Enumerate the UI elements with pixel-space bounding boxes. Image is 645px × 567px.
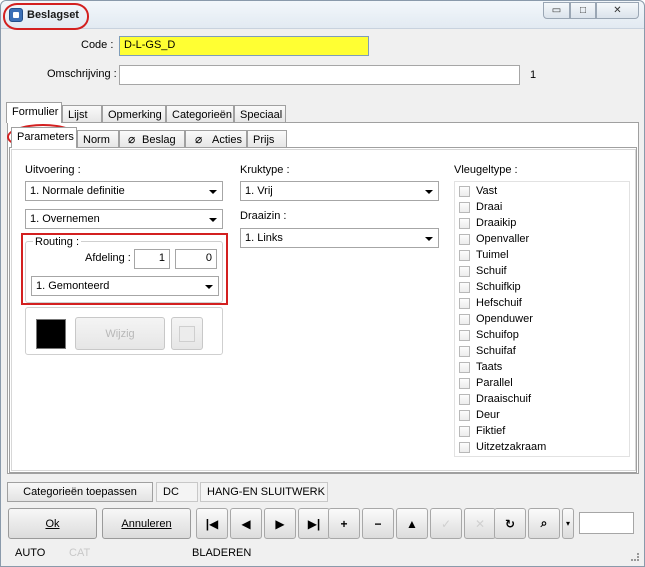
checkbox[interactable] [459, 377, 470, 389]
binoculars-icon[interactable]: ⌕ [528, 508, 560, 539]
draaizin-label: Draaizin : [240, 210, 287, 222]
checkbox[interactable] [459, 217, 470, 229]
tab-parameters[interactable]: Parameters [11, 127, 77, 148]
checkbox[interactable] [459, 361, 470, 373]
maximize-button[interactable]: □ [570, 2, 596, 19]
dc-field: DC [156, 482, 198, 502]
vleugeltype-item[interactable]: Schuif [459, 263, 507, 279]
record-field[interactable] [579, 512, 634, 534]
checkbox[interactable] [459, 233, 470, 245]
kruktype-select[interactable]: 1. Vrij [240, 181, 439, 201]
vleugeltype-item[interactable]: Schuifaf [459, 343, 516, 359]
vleugeltype-list: Vast Draai Draaikip Openvaller Tuimel Sc… [454, 181, 630, 457]
refresh-icon[interactable]: ↻ [494, 508, 526, 539]
uitvoering-select[interactable]: 1. Normale definitie [25, 181, 223, 201]
vleugeltype-item[interactable]: Openduwer [459, 311, 533, 327]
status-mode: AUTO [15, 547, 46, 559]
code-field[interactable]: D-L-GS_D [119, 36, 369, 56]
checkbox[interactable] [459, 265, 470, 277]
kruktype-label: Kruktype : [240, 164, 290, 176]
vleugeltype-item[interactable]: Taats [459, 359, 502, 375]
categorieen-toepassen-button[interactable]: Categorieën toepassen [7, 482, 153, 502]
vleugeltype-item[interactable]: Schuifkip [459, 279, 521, 295]
omschrijving-counter: 1 [530, 69, 537, 81]
vleugeltype-item[interactable]: Hefschuif [459, 295, 522, 311]
kruktype-value: 1. Vrij [245, 185, 273, 197]
prev-icon[interactable]: ◀ [230, 508, 262, 539]
vleugeltype-item[interactable]: Tuimel [459, 247, 509, 263]
ok-button[interactable]: Ok [8, 508, 97, 539]
routing-highlight-frame [21, 233, 228, 305]
checkbox[interactable] [459, 185, 470, 197]
annuleren-button[interactable]: Annuleren [102, 508, 191, 539]
checkbox[interactable] [459, 313, 470, 325]
vleugeltype-item[interactable]: Fiktief [459, 423, 505, 439]
checkbox[interactable] [459, 297, 470, 309]
overnemen-value: 1. Overnemen [30, 213, 100, 225]
checkbox[interactable] [459, 393, 470, 405]
status-cat: CAT [69, 547, 91, 559]
close-button[interactable]: ✕ [596, 2, 639, 19]
checkbox[interactable] [459, 201, 470, 213]
hang-field: HANG-EN SLUITWERK [200, 482, 328, 502]
uitvoering-label: Uitvoering : [25, 164, 81, 176]
overnemen-select[interactable]: 1. Overnemen [25, 209, 223, 229]
last-icon[interactable]: ▶| [298, 508, 330, 539]
vleugeltype-item[interactable]: Parallel [459, 375, 513, 391]
minus-icon[interactable]: − [362, 508, 394, 539]
checkbox[interactable] [459, 441, 470, 453]
chevron-down-icon [209, 218, 217, 222]
vleugeltype-item[interactable]: Schuifop [459, 327, 519, 343]
color-swatch[interactable] [36, 319, 66, 349]
title-bar: Beslagset ▭ □ ✕ [1, 1, 644, 30]
beslagset-window: Beslagset ▭ □ ✕ Code : D-L-GS_D Omschrij… [0, 0, 645, 567]
status-state: BLADEREN [192, 547, 252, 559]
checkbox[interactable] [459, 249, 470, 261]
vleugeltype-item[interactable]: Draaikip [459, 215, 516, 231]
empty-square-icon [179, 325, 195, 342]
draaizin-value: 1. Links [245, 232, 283, 244]
chevron-down-icon [425, 190, 433, 194]
up-icon[interactable]: ▲ [396, 508, 428, 539]
vleugeltype-label: Vleugeltype : [454, 164, 518, 176]
checkbox[interactable] [459, 345, 470, 357]
resize-grip-icon[interactable] [631, 553, 639, 561]
chevron-down-icon [209, 190, 217, 194]
first-icon[interactable]: |◀ [196, 508, 228, 539]
tab-formulier[interactable]: Formulier [6, 102, 62, 123]
color-picker-button[interactable] [171, 317, 203, 350]
uitvoering-value: 1. Normale definitie [30, 185, 125, 197]
vleugeltype-item[interactable]: Uitzetzakraam [459, 439, 546, 455]
vleugeltype-item[interactable]: Draai [459, 199, 502, 215]
wijzig-button[interactable]: Wijzig [75, 317, 165, 350]
vleugeltype-item[interactable]: Openvaller [459, 231, 529, 247]
dropdown-arrow-icon[interactable]: ▾ [562, 508, 574, 539]
paperclip-icon: ⌀ [128, 132, 136, 146]
plus-icon[interactable]: + [328, 508, 360, 539]
omschrijving-field[interactable] [119, 65, 520, 85]
paperclip-icon: ⌀ [195, 132, 203, 146]
checkbox[interactable] [459, 329, 470, 341]
checkbox[interactable] [459, 409, 470, 421]
cancel-icon[interactable]: ✕ [464, 508, 496, 539]
check-icon[interactable]: ✓ [430, 508, 462, 539]
vleugeltype-item[interactable]: Vast [459, 183, 497, 199]
checkbox[interactable] [459, 281, 470, 293]
minimize-button[interactable]: ▭ [543, 2, 570, 19]
code-label: Code : [81, 39, 114, 51]
omschrijving-label: Omschrijving : [47, 68, 117, 80]
checkbox[interactable] [459, 425, 470, 437]
next-icon[interactable]: ▶ [264, 508, 296, 539]
chevron-down-icon [425, 237, 433, 241]
vleugeltype-item[interactable]: Draaischuif [459, 391, 531, 407]
vleugeltype-item[interactable]: Deur [459, 407, 500, 423]
draaizin-select[interactable]: 1. Links [240, 228, 439, 248]
title-highlight-ellipse [3, 3, 89, 30]
